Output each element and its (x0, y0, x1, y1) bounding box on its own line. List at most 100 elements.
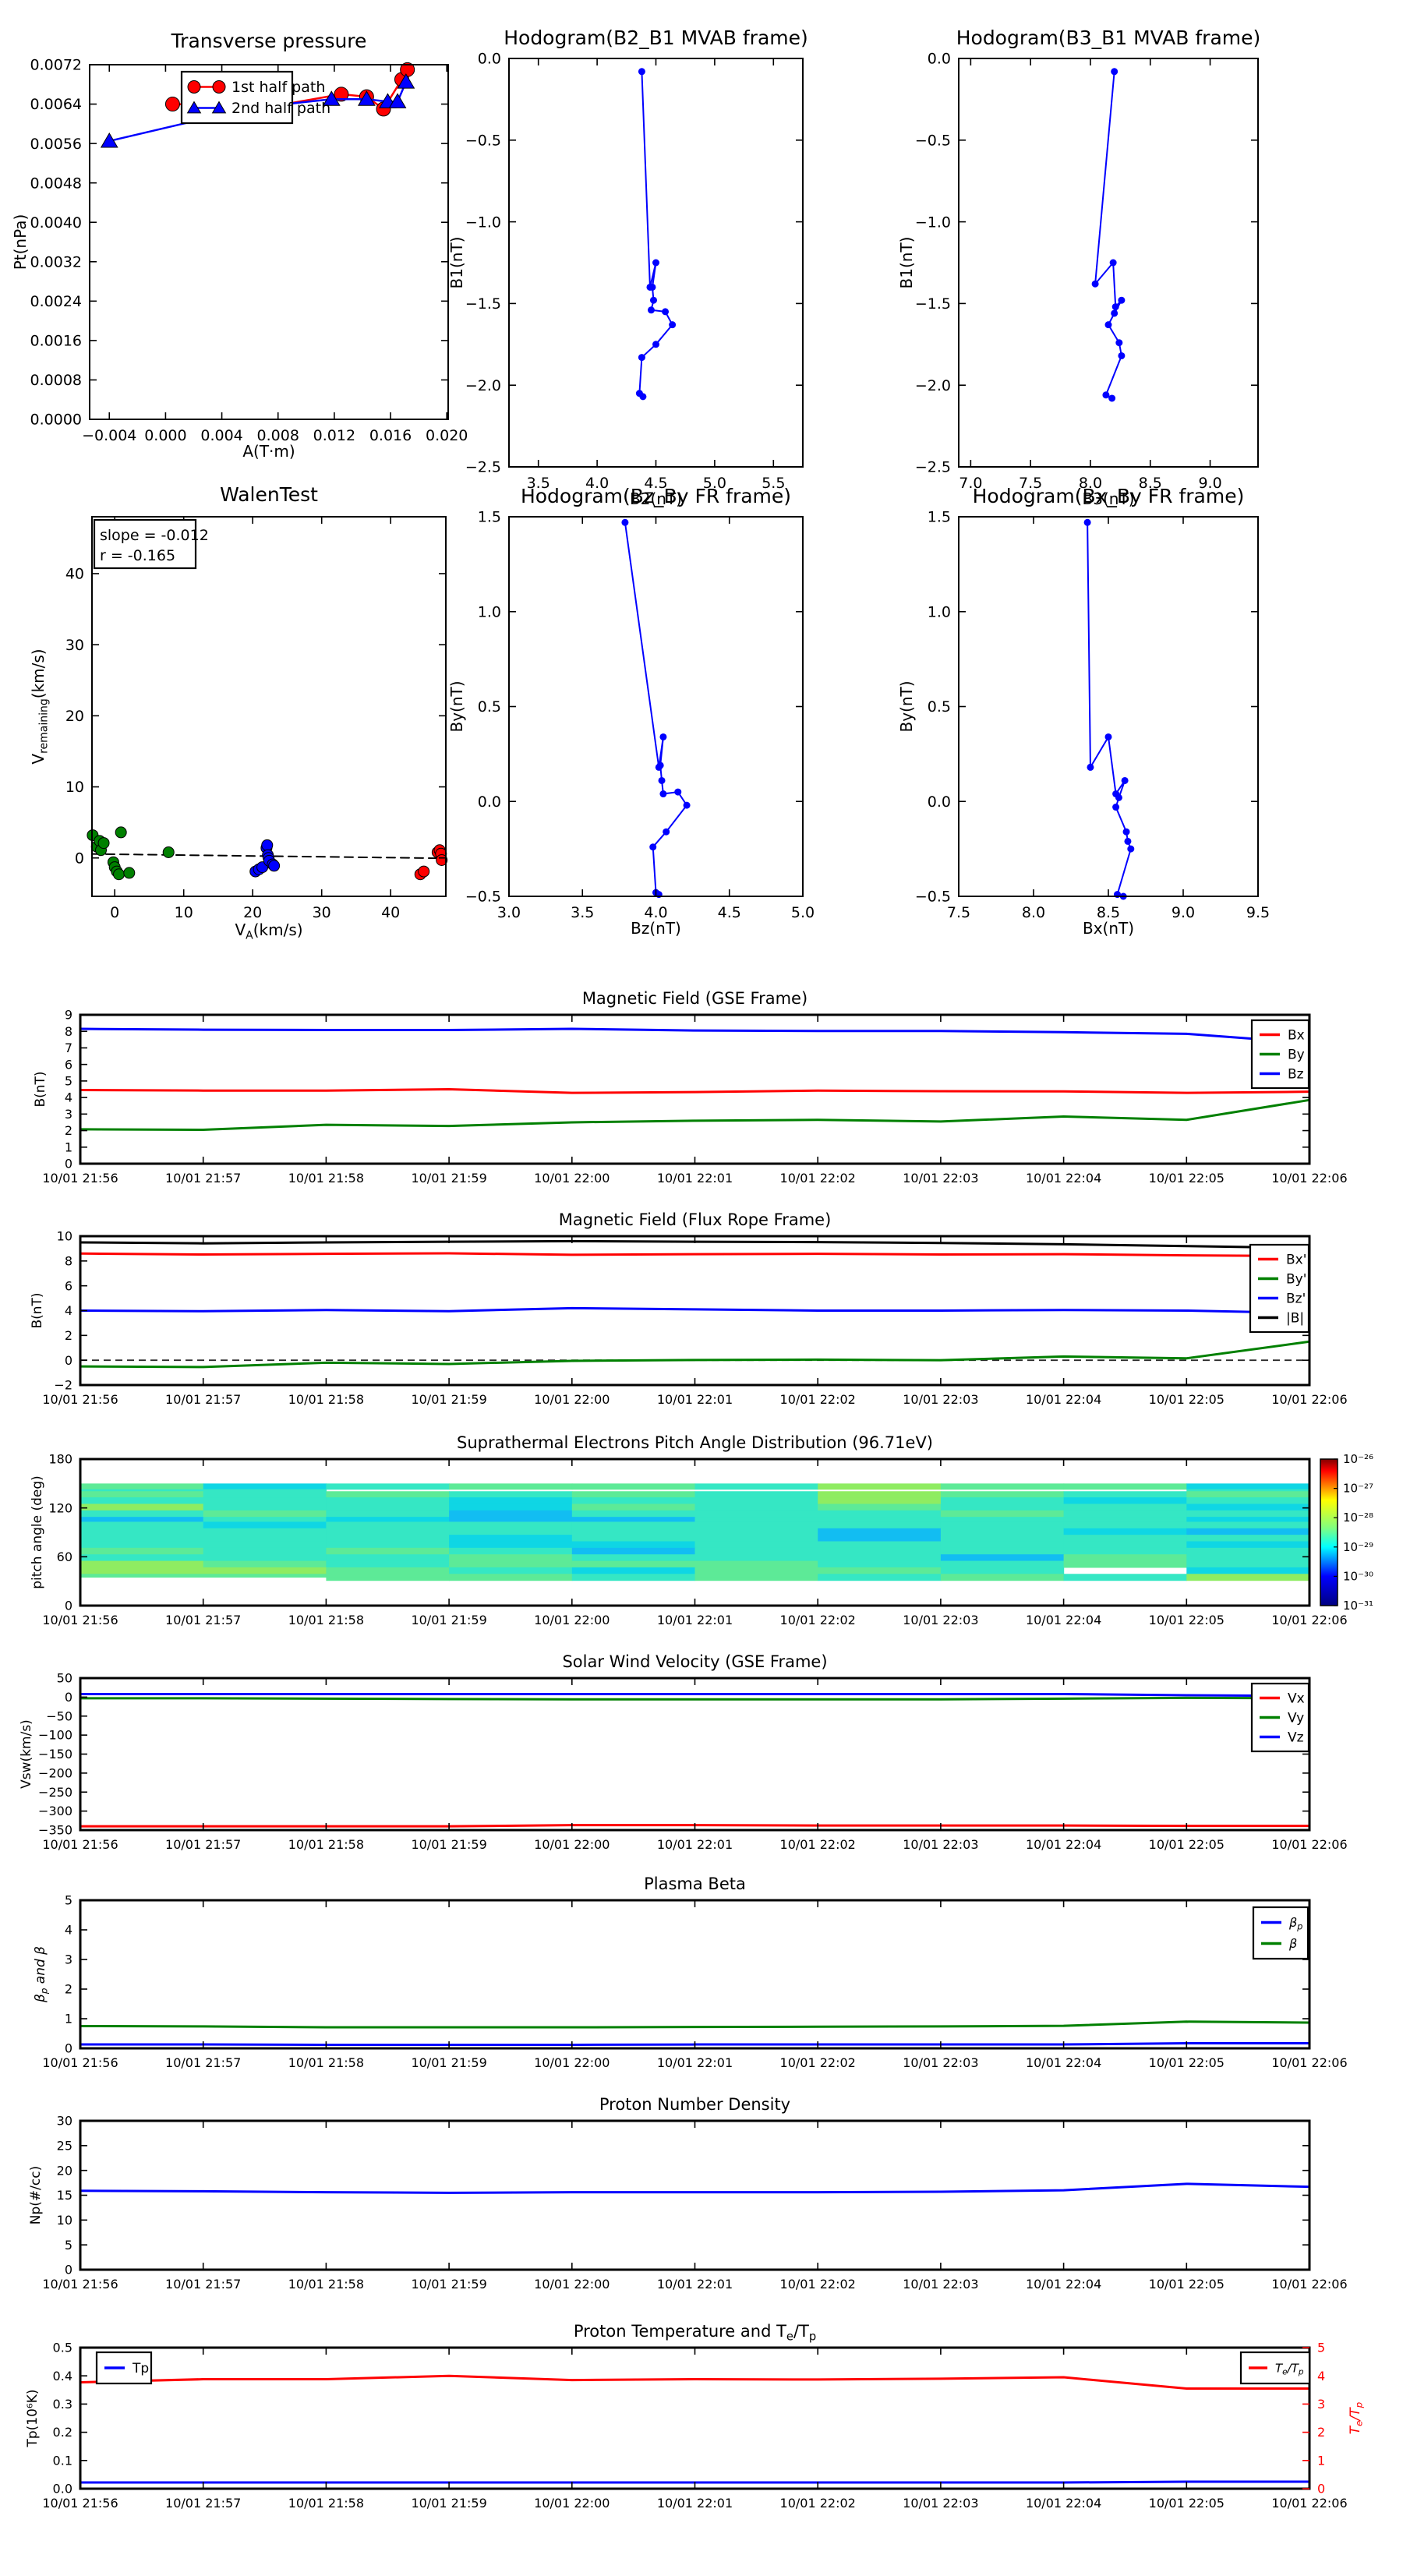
x-tick-label: 10/01 21:59 (411, 2496, 486, 2511)
y-tick-label: −0.5 (915, 132, 951, 149)
x-tick-label: 30 (313, 904, 331, 921)
y-tick-label: −1.5 (915, 295, 951, 313)
x-axis-label: Bz(nT) (631, 919, 681, 938)
chart-title: WalenTest (220, 483, 318, 506)
x-tick-label: 10/01 22:02 (780, 2496, 856, 2511)
x-tick-label: 10/01 21:57 (165, 1837, 241, 1852)
x-axis-label: VA(km/s) (235, 921, 302, 942)
legend-label: By' (1286, 1271, 1306, 1287)
x-tick-label: 10/01 22:03 (903, 1613, 978, 1627)
y-tick-label: 15 (57, 2188, 72, 2203)
x-tick-label: 10/01 22:04 (1026, 1171, 1101, 1186)
y-tick-label: 4 (65, 1923, 72, 1938)
x-tick-label: 10/01 22:04 (1026, 1392, 1101, 1407)
legend-label: Bz (1288, 1066, 1304, 1082)
x-tick-label: 10/01 22:06 (1271, 2496, 1347, 2511)
y-tick-label: 1.0 (928, 603, 951, 620)
y-tick-label: 0.5 (478, 698, 501, 716)
colorbar-tick-label: 10⁻³¹ (1343, 1599, 1373, 1613)
legend-label: Tp (132, 2361, 149, 2376)
x-tick-label: 0.000 (144, 427, 186, 444)
legend-label: Bx (1288, 1027, 1305, 1043)
x-tick-label: 10/01 21:56 (42, 2496, 118, 2511)
x-tick-label: 10/01 21:57 (165, 1392, 241, 1407)
x-tick-label: 10/01 22:03 (903, 2277, 978, 2292)
chart-title: Proton Temperature and Te/Tp (574, 2322, 816, 2344)
y-tick-label: −350 (38, 1823, 72, 1838)
y-tick-label: −0.5 (465, 132, 501, 149)
y-tick-label: −1.0 (915, 214, 951, 231)
y-tick-label: 0.0 (478, 793, 501, 811)
y-tick-label: −100 (38, 1728, 72, 1743)
x-tick-label: 10/01 22:02 (780, 1837, 856, 1852)
x-tick-label: 9.5 (1246, 904, 1270, 921)
x-tick-label: −0.004 (82, 427, 136, 444)
y-tick-label: 0.0 (478, 51, 501, 68)
panel-hodogram-bxby: 7.5 8.0 8.5 9.0 9.51.51.00.50.0−0.5Hodogram(… (897, 485, 1270, 938)
x-tick-label: 10/01 21:59 (411, 1171, 486, 1186)
x-tick-label: 10/01 21:58 (288, 2277, 364, 2292)
y-tick-label: 7 (65, 1041, 72, 1055)
y-tick-label: −0.5 (915, 889, 951, 906)
figure-canvas: −0.004 0.000 0.004 0.008 0.012 0.016 0.020 0.00… (0, 0, 1403, 2572)
x-tick-label: 10/01 21:59 (411, 2277, 486, 2292)
chart-title: Plasma Beta (644, 1875, 746, 1893)
y-tick-label: 2 (65, 1328, 72, 1343)
y-tick-label: 0 (65, 1690, 72, 1705)
x-tick-label: 10/01 22:05 (1149, 2055, 1225, 2070)
x-tick-label: 10/01 22:00 (534, 1392, 610, 1407)
panel-hodogram-bzby: 3.0 3.5 4.0 4.5 5.01.51.00.50.0−0.5Hodogram(… (447, 485, 815, 938)
x-tick-label: 10/01 22:03 (903, 2496, 978, 2511)
y-tick-label: 10 (65, 779, 84, 796)
y-tick-label: 0.5 (53, 2341, 72, 2355)
y-axis-label: B1(nT) (447, 237, 466, 289)
y-tick-label: 25 (57, 2138, 72, 2153)
x-tick-label: 10/01 22:04 (1026, 1613, 1101, 1627)
y-tick-label: 0.0056 (30, 136, 82, 153)
x-tick-label: 10/01 22:06 (1271, 2055, 1347, 2070)
y-tick-label: 5 (65, 1893, 72, 1908)
y-tick-label: 2 (65, 1982, 72, 1997)
x-tick-label: 10/01 22:02 (780, 1613, 856, 1627)
y-tick-label: 0 (65, 2263, 72, 2277)
chart-title: Magnetic Field (GSE Frame) (582, 989, 808, 1008)
panel-b-frf: 10/01 21:56 10/01 21:57 10/01 21:58 10/01 2… (30, 1210, 1348, 1407)
x-tick-label: 10/01 22:01 (657, 1837, 733, 1852)
legend-label: Vz (1288, 1730, 1304, 1745)
x-tick-label: 0.016 (369, 427, 412, 444)
x-tick-label: 20 (243, 904, 262, 921)
y-tick-label: 120 (48, 1500, 72, 1515)
y-tick-label: 30 (57, 2114, 72, 2129)
legend-label: Bx' (1286, 1252, 1306, 1267)
y-tick-label: 0.2 (53, 2425, 72, 2440)
y-tick-label: 1.0 (478, 603, 501, 620)
x-tick-label: 0.020 (426, 427, 468, 444)
colorbar-tick-label: 10⁻²⁶ (1343, 1452, 1373, 1466)
y-tick-label: −200 (38, 1765, 72, 1780)
x-tick-label: 10/01 22:05 (1149, 2277, 1225, 2292)
x-tick-label: 10/01 22:06 (1271, 1171, 1347, 1186)
x-tick-label: 10/01 22:04 (1026, 2277, 1101, 2292)
right-axis-label: Te/Tp (1348, 2402, 1365, 2434)
x-tick-label: 10/01 22:05 (1149, 2496, 1225, 2511)
x-tick-label: 5.0 (791, 904, 815, 921)
y-tick-label: −150 (38, 1747, 72, 1762)
x-tick-label: 10/01 21:58 (288, 2496, 364, 2511)
y-tick-label: 6 (65, 1278, 72, 1293)
y-tick-label: 0.0032 (30, 253, 82, 270)
y-axis-label: βp and β (33, 1946, 50, 2003)
chart-title: Transverse pressure (171, 30, 367, 52)
x-tick-label: 10/01 21:57 (165, 2277, 241, 2292)
y-tick-label: 8 (65, 1024, 72, 1039)
legend-box (1252, 1906, 1309, 1960)
x-tick-label: 10/01 21:58 (288, 1392, 364, 1407)
y-tick-label: 0.0040 (30, 214, 82, 231)
y-tick-label: 50 (57, 1671, 72, 1686)
y-tick-label: −2.5 (915, 459, 951, 476)
x-tick-label: 10/01 22:00 (534, 2277, 610, 2292)
x-tick-label: 10/01 22:05 (1149, 1837, 1225, 1852)
right-tick-label: 1 (1317, 2453, 1325, 2468)
chart-title: Proton Number Density (599, 2095, 790, 2114)
y-tick-label: 0.0048 (30, 175, 82, 192)
chart-title: Magnetic Field (Flux Rope Frame) (559, 1210, 832, 1229)
